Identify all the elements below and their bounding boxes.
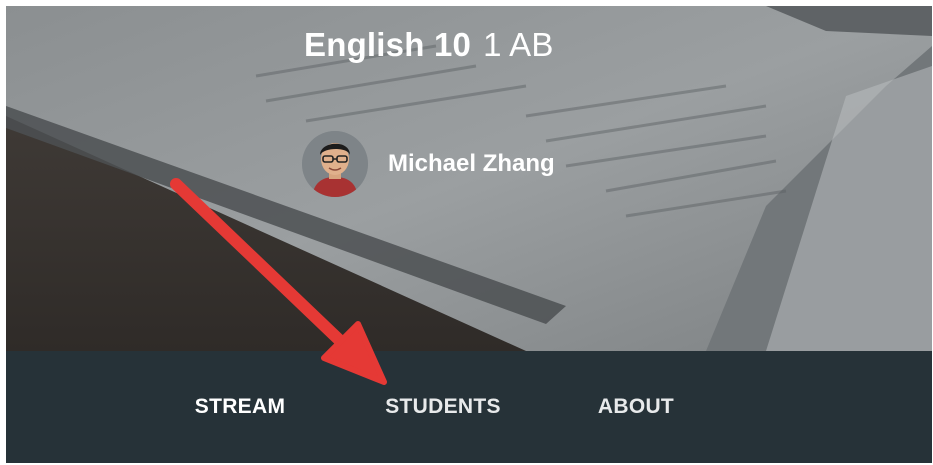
class-tab-bar: STREAM STUDENTS ABOUT <box>6 351 932 463</box>
tab-stream[interactable]: STREAM <box>146 351 334 463</box>
tab-about[interactable]: ABOUT <box>566 351 706 463</box>
class-banner: English 10 1 AB Michael Zhang <box>6 6 932 351</box>
teacher-name: Michael Zhang <box>388 150 555 177</box>
teacher-info: Michael Zhang <box>302 129 555 199</box>
teacher-photo <box>302 131 368 197</box>
class-page: English 10 1 AB Michael Zhang STREAM STU… <box>6 6 932 463</box>
class-section: 1 AB <box>483 26 554 63</box>
class-name: English 10 <box>304 26 472 63</box>
tab-students[interactable]: STUDENTS <box>362 351 524 463</box>
avatar <box>302 131 368 197</box>
class-title: English 10 1 AB <box>304 26 554 64</box>
